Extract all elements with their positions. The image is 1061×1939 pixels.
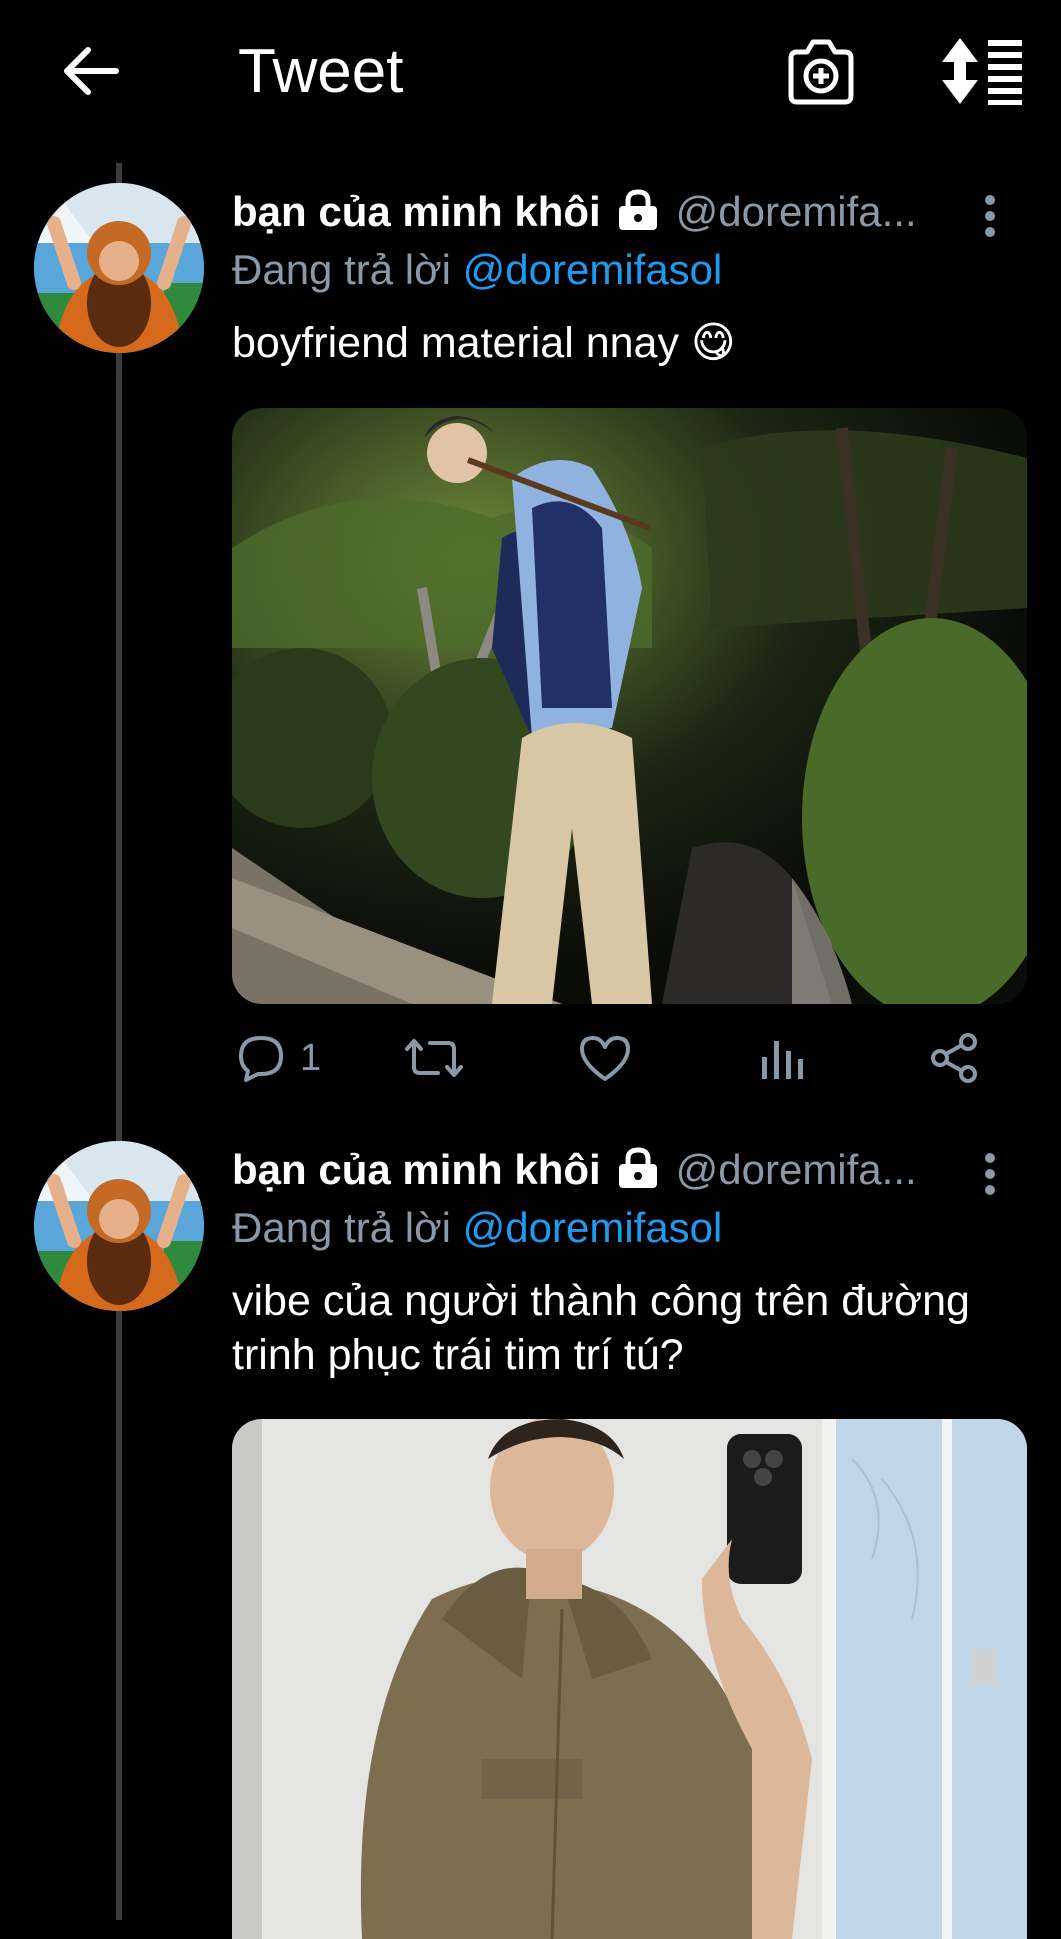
- tweet-photo[interactable]: [232, 1419, 1027, 1939]
- analytics-button[interactable]: [758, 1023, 804, 1093]
- display-name[interactable]: bạn của minh khôi: [232, 188, 601, 235]
- page-title: Tweet: [238, 37, 404, 106]
- replying-to-label: Đang trả lời: [232, 1204, 451, 1251]
- avatar[interactable]: [34, 183, 204, 353]
- reply-mention-link[interactable]: @doremifasol: [463, 1204, 723, 1251]
- tweet-text: vibe của người thành công trên đường tri…: [232, 1277, 970, 1379]
- lock-icon: [615, 188, 661, 236]
- top-bar: Tweet: [0, 0, 1061, 150]
- more-vertical-icon: [985, 195, 995, 237]
- replying-to: Đang trả lời @doremifasol: [232, 246, 722, 294]
- reply-mention-link[interactable]: @doremifasol: [463, 246, 723, 293]
- camera-add-icon: [788, 39, 854, 105]
- avatar[interactable]: [34, 1141, 204, 1311]
- user-handle[interactable]: @doremifa...: [676, 1146, 917, 1193]
- name-row: bạn của minh khôi @doremifa...: [232, 1146, 917, 1200]
- heart-icon: [580, 1036, 630, 1081]
- like-button[interactable]: [578, 1023, 632, 1093]
- reply-button[interactable]: 1: [236, 1023, 321, 1093]
- back-button[interactable]: [56, 36, 126, 106]
- tweet-photo[interactable]: [232, 408, 1027, 1004]
- camera-button[interactable]: [783, 34, 859, 110]
- share-icon: [931, 1033, 977, 1083]
- more-options-button[interactable]: [970, 1148, 1010, 1208]
- arrow-left-icon: [64, 47, 119, 95]
- retweet-icon: [405, 1039, 463, 1077]
- user-handle[interactable]: @doremifa...: [676, 188, 917, 235]
- reply-icon: [239, 1036, 283, 1082]
- replying-to-label: Đang trả lời: [232, 246, 451, 293]
- replying-to: Đang trả lời @doremifasol: [232, 1204, 722, 1252]
- lock-icon: [615, 1146, 661, 1194]
- thread-line: [116, 163, 122, 1920]
- share-button[interactable]: [928, 1023, 980, 1093]
- sort-button[interactable]: [936, 36, 1026, 106]
- display-name[interactable]: bạn của minh khôi: [232, 1146, 601, 1193]
- tweet-text: boyfriend material nnay 😋: [232, 319, 736, 367]
- tweet-actions: 1: [232, 1023, 1012, 1093]
- more-vertical-icon: [985, 1153, 995, 1195]
- sort-icon: [942, 38, 1022, 105]
- name-row: bạn của minh khôi @doremifa...: [232, 188, 917, 242]
- retweet-button[interactable]: [404, 1023, 464, 1093]
- reply-count: 1: [300, 1036, 322, 1079]
- more-options-button[interactable]: [970, 190, 1010, 250]
- analytics-icon: [762, 1041, 803, 1079]
